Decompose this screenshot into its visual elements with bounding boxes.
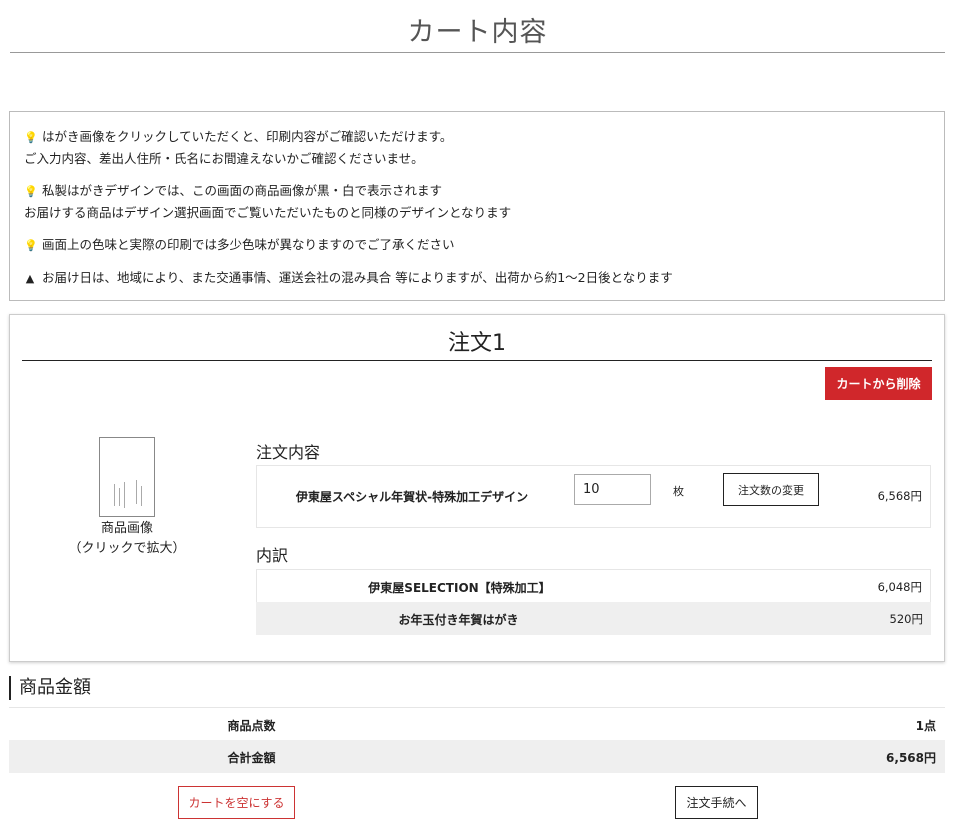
page-title: カート内容 <box>10 14 945 53</box>
order-card: 注文1 カートから削除 商品画像 （クリックで拡大） 注文内容 伊東屋スペシャル… <box>9 314 945 662</box>
total-label: 合計金額 <box>227 751 276 765</box>
notice-text: お届けする商品はデザイン選択画面でご覧いただいたものと同様のデザインとなります <box>24 205 512 220</box>
notice-box: 💡 はがき画像をクリックしていただくと、印刷内容がご確認いただけます。 ご入力内容… <box>9 111 945 301</box>
checkout-button[interactable]: 注文手続へ <box>675 786 758 819</box>
warning-icon: ▲ <box>25 272 35 285</box>
empty-cart-button[interactable]: カートを空にする <box>178 786 295 819</box>
notice-item: 💡 はがき画像をクリックしていただくと、印刷内容がご確認いただけます。 ご入力内容… <box>24 126 930 169</box>
notice-text: ご入力内容、差出人住所・氏名にお間違えないかご確認くださいませ。 <box>24 151 424 166</box>
table-row: 伊東屋SELECTION【特殊加工】 6,048円 <box>256 569 931 602</box>
notice-text: 画面上の色味と実際の印刷では多少色味が異なりますのでご了承ください <box>42 237 455 252</box>
quantity-unit: 枚 <box>673 485 684 498</box>
order-content-label: 注文内容 <box>256 443 321 462</box>
postcard-thumbnail[interactable] <box>99 437 155 517</box>
table-row: 商品点数 1点 <box>9 707 945 740</box>
product-name: 伊東屋スペシャル年賀状-特殊加工デザイン <box>295 490 529 504</box>
breakdown-table: 伊東屋SELECTION【特殊加工】 6,048円 お年玉付き年賀はがき 520… <box>256 569 931 635</box>
notice-text: はがき画像をクリックしていただくと、印刷内容がご確認いただけます。 <box>42 129 453 144</box>
total-value: 6,568円 <box>886 751 936 765</box>
item-count-label: 商品点数 <box>227 719 276 733</box>
quantity-input[interactable] <box>574 474 651 505</box>
breakdown-label: 内訳 <box>256 546 289 565</box>
thumbnail-caption-line: 商品画像 <box>100 521 153 536</box>
delete-from-cart-button[interactable]: カートから削除 <box>825 367 932 400</box>
table-row: お年玉付き年賀はがき 520円 <box>256 602 931 635</box>
breakdown-item-name: お年玉付き年賀はがき <box>398 613 519 627</box>
order-content-row: 伊東屋スペシャル年賀状-特殊加工デザイン 枚 注文数の変更 6,568円 <box>256 465 931 528</box>
notice-item: 💡 画面上の色味と実際の印刷では多少色味が異なりますのでご了承ください <box>24 234 930 256</box>
summary-title: 商品金額 <box>9 676 91 700</box>
notice-item: 💡 私製はがきデザインでは、この画面の商品画像が黒・白で表示されます お届けする商… <box>24 180 930 223</box>
notice-text: お届け日は、地域により、また交通事情、運送会社の混み具合 等によりますが、出荷か… <box>42 270 673 285</box>
summary-table: 商品点数 1点 合計金額 6,568円 <box>9 707 945 773</box>
breakdown-item-name: 伊東屋SELECTION【特殊加工】 <box>368 581 551 595</box>
change-quantity-button[interactable]: 注文数の変更 <box>723 473 819 506</box>
line-price: 6,568円 <box>877 489 922 503</box>
notice-item: ▲ お届け日は、地域により、また交通事情、運送会社の混み具合 等によりますが、出荷… <box>24 267 930 289</box>
lightbulb-icon: 💡 <box>24 185 38 198</box>
thumbnail-caption-line: （クリックで拡大） <box>68 541 186 556</box>
notice-text: 私製はがきデザインでは、この画面の商品画像が黒・白で表示されます <box>42 183 443 198</box>
thumbnail-caption: 商品画像 （クリックで拡大） <box>60 519 194 559</box>
item-count-value: 1点 <box>915 719 936 733</box>
table-row: 合計金額 6,568円 <box>9 740 945 773</box>
order-title: 注文1 <box>22 329 932 361</box>
breakdown-item-price: 520円 <box>889 612 923 626</box>
lightbulb-icon: 💡 <box>24 239 38 252</box>
breakdown-item-price: 6,048円 <box>877 580 922 594</box>
lightbulb-icon: 💡 <box>24 131 38 144</box>
